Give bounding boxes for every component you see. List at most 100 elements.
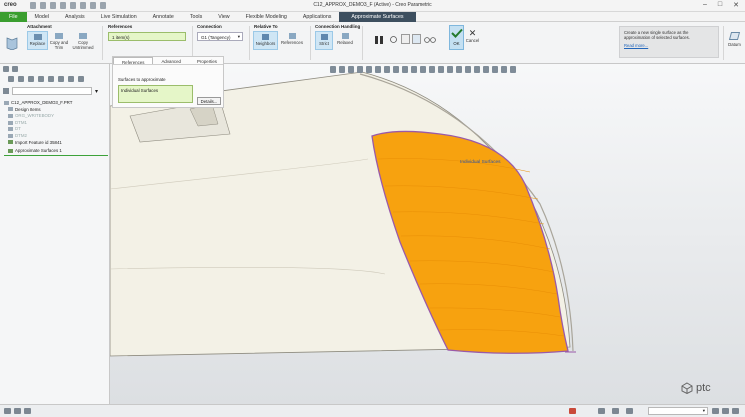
zoom-out-icon[interactable] [348, 66, 354, 73]
tab-references[interactable]: References [113, 57, 154, 65]
tree-item-label: Import Feature id 35841 [15, 139, 62, 145]
maximize-icon[interactable]: □ [718, 1, 722, 9]
tree-item-dt[interactable]: DT [4, 126, 72, 133]
columns-icon[interactable] [38, 76, 44, 82]
saved-orientations-icon[interactable] [375, 66, 381, 73]
tab-model[interactable]: Model [27, 12, 57, 22]
regenerate-icon[interactable] [501, 66, 507, 73]
tab-live-simulation[interactable]: Live Simulation [93, 12, 145, 22]
datum-button[interactable]: Datum [726, 32, 743, 47]
point-display-icon[interactable] [456, 66, 462, 73]
tab-properties[interactable]: Properties [189, 57, 225, 64]
insert-here-indicator[interactable] [4, 155, 108, 156]
view-manager-icon[interactable] [384, 66, 390, 73]
relative-to-group: Relative To [254, 24, 278, 29]
collapse-icon[interactable] [68, 76, 74, 82]
display-style-icon[interactable] [366, 66, 372, 73]
graphics-window[interactable]: Individual Surfaces [110, 64, 745, 404]
relaxed-button[interactable]: Relaxed [335, 31, 355, 45]
verify-icon[interactable] [401, 34, 410, 44]
show-icon[interactable] [18, 76, 24, 82]
chevron-down-icon[interactable]: ▾ [95, 88, 98, 95]
tab-annotate[interactable]: Annotate [145, 12, 182, 22]
refit-icon[interactable] [330, 66, 336, 73]
filter-icon[interactable] [3, 88, 9, 94]
read-more-link[interactable]: Read more... [624, 43, 714, 48]
minimize-icon[interactable]: – [703, 1, 707, 9]
show-navigator-icon[interactable] [4, 408, 11, 414]
neighbors-button[interactable]: Neighbors [253, 31, 278, 50]
tree-item-dtm2[interactable]: DTM2 [4, 133, 72, 140]
glasses-icon[interactable] [424, 37, 436, 43]
annotation-display-icon[interactable] [420, 66, 426, 73]
attached-preview-icon[interactable] [412, 34, 421, 44]
connection-value: G1 (Tangency) [201, 35, 231, 40]
section-icon[interactable] [402, 66, 408, 73]
tags-icon[interactable] [483, 66, 489, 73]
checkmark-icon [451, 28, 463, 38]
full-screen-icon[interactable] [24, 408, 31, 414]
window-icon[interactable] [732, 408, 739, 414]
folder-browser-tab-icon[interactable] [12, 66, 18, 72]
selection-mode-icon[interactable] [612, 408, 619, 414]
tab-tools[interactable]: Tools [182, 12, 210, 22]
tree-item-approximate-surfaces[interactable]: Approximate Surfaces 1 [4, 148, 72, 155]
tab-applications[interactable]: Applications [295, 12, 340, 22]
zoom-in-icon[interactable] [339, 66, 345, 73]
ok-button[interactable]: OK [449, 25, 464, 50]
tree-settings-icon[interactable] [8, 76, 14, 82]
details-button[interactable]: Details... [197, 97, 221, 105]
selection-filter-icon[interactable] [598, 408, 605, 414]
smart-icon[interactable] [626, 408, 633, 414]
tab-file[interactable]: File [0, 12, 27, 22]
close-icon[interactable]: ✕ [733, 1, 739, 9]
tree-item-dtm1[interactable]: DTM1 [4, 120, 72, 127]
tree-search-input[interactable] [12, 87, 92, 95]
spin-center-icon[interactable] [429, 66, 435, 73]
connection-handling-group: Connection Handling [315, 24, 360, 29]
copy-and-trim-button[interactable]: Copy and Trim [49, 31, 69, 50]
tab-flexible-modeling[interactable]: Flexible Modeling [238, 12, 295, 22]
connection-select[interactable]: G1 (Tangency) ▾ [197, 32, 243, 41]
tree-options-icon[interactable] [78, 76, 84, 82]
tab-view[interactable]: View [210, 12, 237, 22]
cancel-button[interactable]: ✕ Cancel [465, 29, 480, 44]
tab-analysis[interactable]: Analysis [57, 12, 93, 22]
surface-callout[interactable]: Individual Surfaces [460, 160, 501, 165]
pause-icon[interactable] [492, 66, 498, 73]
expand-icon[interactable] [58, 76, 64, 82]
appearance-icon[interactable] [438, 66, 444, 73]
tab-approximate-surfaces[interactable]: Approximate Surfaces [339, 12, 416, 22]
replace-button[interactable]: Replace [27, 31, 48, 50]
layout-icon[interactable] [722, 408, 729, 414]
axis-display-icon[interactable] [465, 66, 471, 73]
part-icon [4, 100, 9, 105]
csys-display-icon[interactable] [447, 66, 453, 73]
model-view[interactable] [110, 64, 745, 404]
view-icon[interactable] [712, 408, 719, 414]
copy-untrimmed-button[interactable]: Copy Untrimmed [70, 31, 96, 50]
pause-icon[interactable] [374, 35, 384, 45]
datum-display-icon[interactable] [411, 66, 417, 73]
surfaces-collector[interactable]: Individual Surfaces [118, 85, 193, 103]
tree-item-writebody[interactable]: ORG_WRITEBODY [4, 113, 72, 120]
preview-icon[interactable] [390, 36, 397, 43]
tree-item-import-feature[interactable]: Import Feature id 35841 [4, 140, 72, 147]
references-button[interactable]: References [279, 31, 305, 45]
tree-item-part[interactable]: C12_APPROX_DEMO3_F.PRT [4, 100, 72, 107]
selection-filter-select[interactable]: ▾ [648, 407, 708, 415]
plane-display-icon[interactable] [474, 66, 480, 73]
layers-icon[interactable] [48, 76, 54, 82]
perspective-icon[interactable] [393, 66, 399, 73]
tab-advanced[interactable]: Advanced [153, 57, 189, 64]
references-collector[interactable]: 1 item(s) [108, 32, 186, 41]
named-view-icon[interactable] [510, 66, 516, 73]
tree-filter-icon[interactable] [28, 76, 34, 82]
tree-item-design-items[interactable]: Design Items [4, 107, 72, 114]
message-alert-icon[interactable] [569, 408, 576, 414]
strict-button[interactable]: Strict [315, 31, 333, 50]
show-browser-icon[interactable] [14, 408, 21, 414]
collector-item[interactable]: Individual Surfaces [121, 88, 158, 93]
model-tree-tab-icon[interactable] [3, 66, 9, 72]
repaint-icon[interactable] [357, 66, 363, 73]
